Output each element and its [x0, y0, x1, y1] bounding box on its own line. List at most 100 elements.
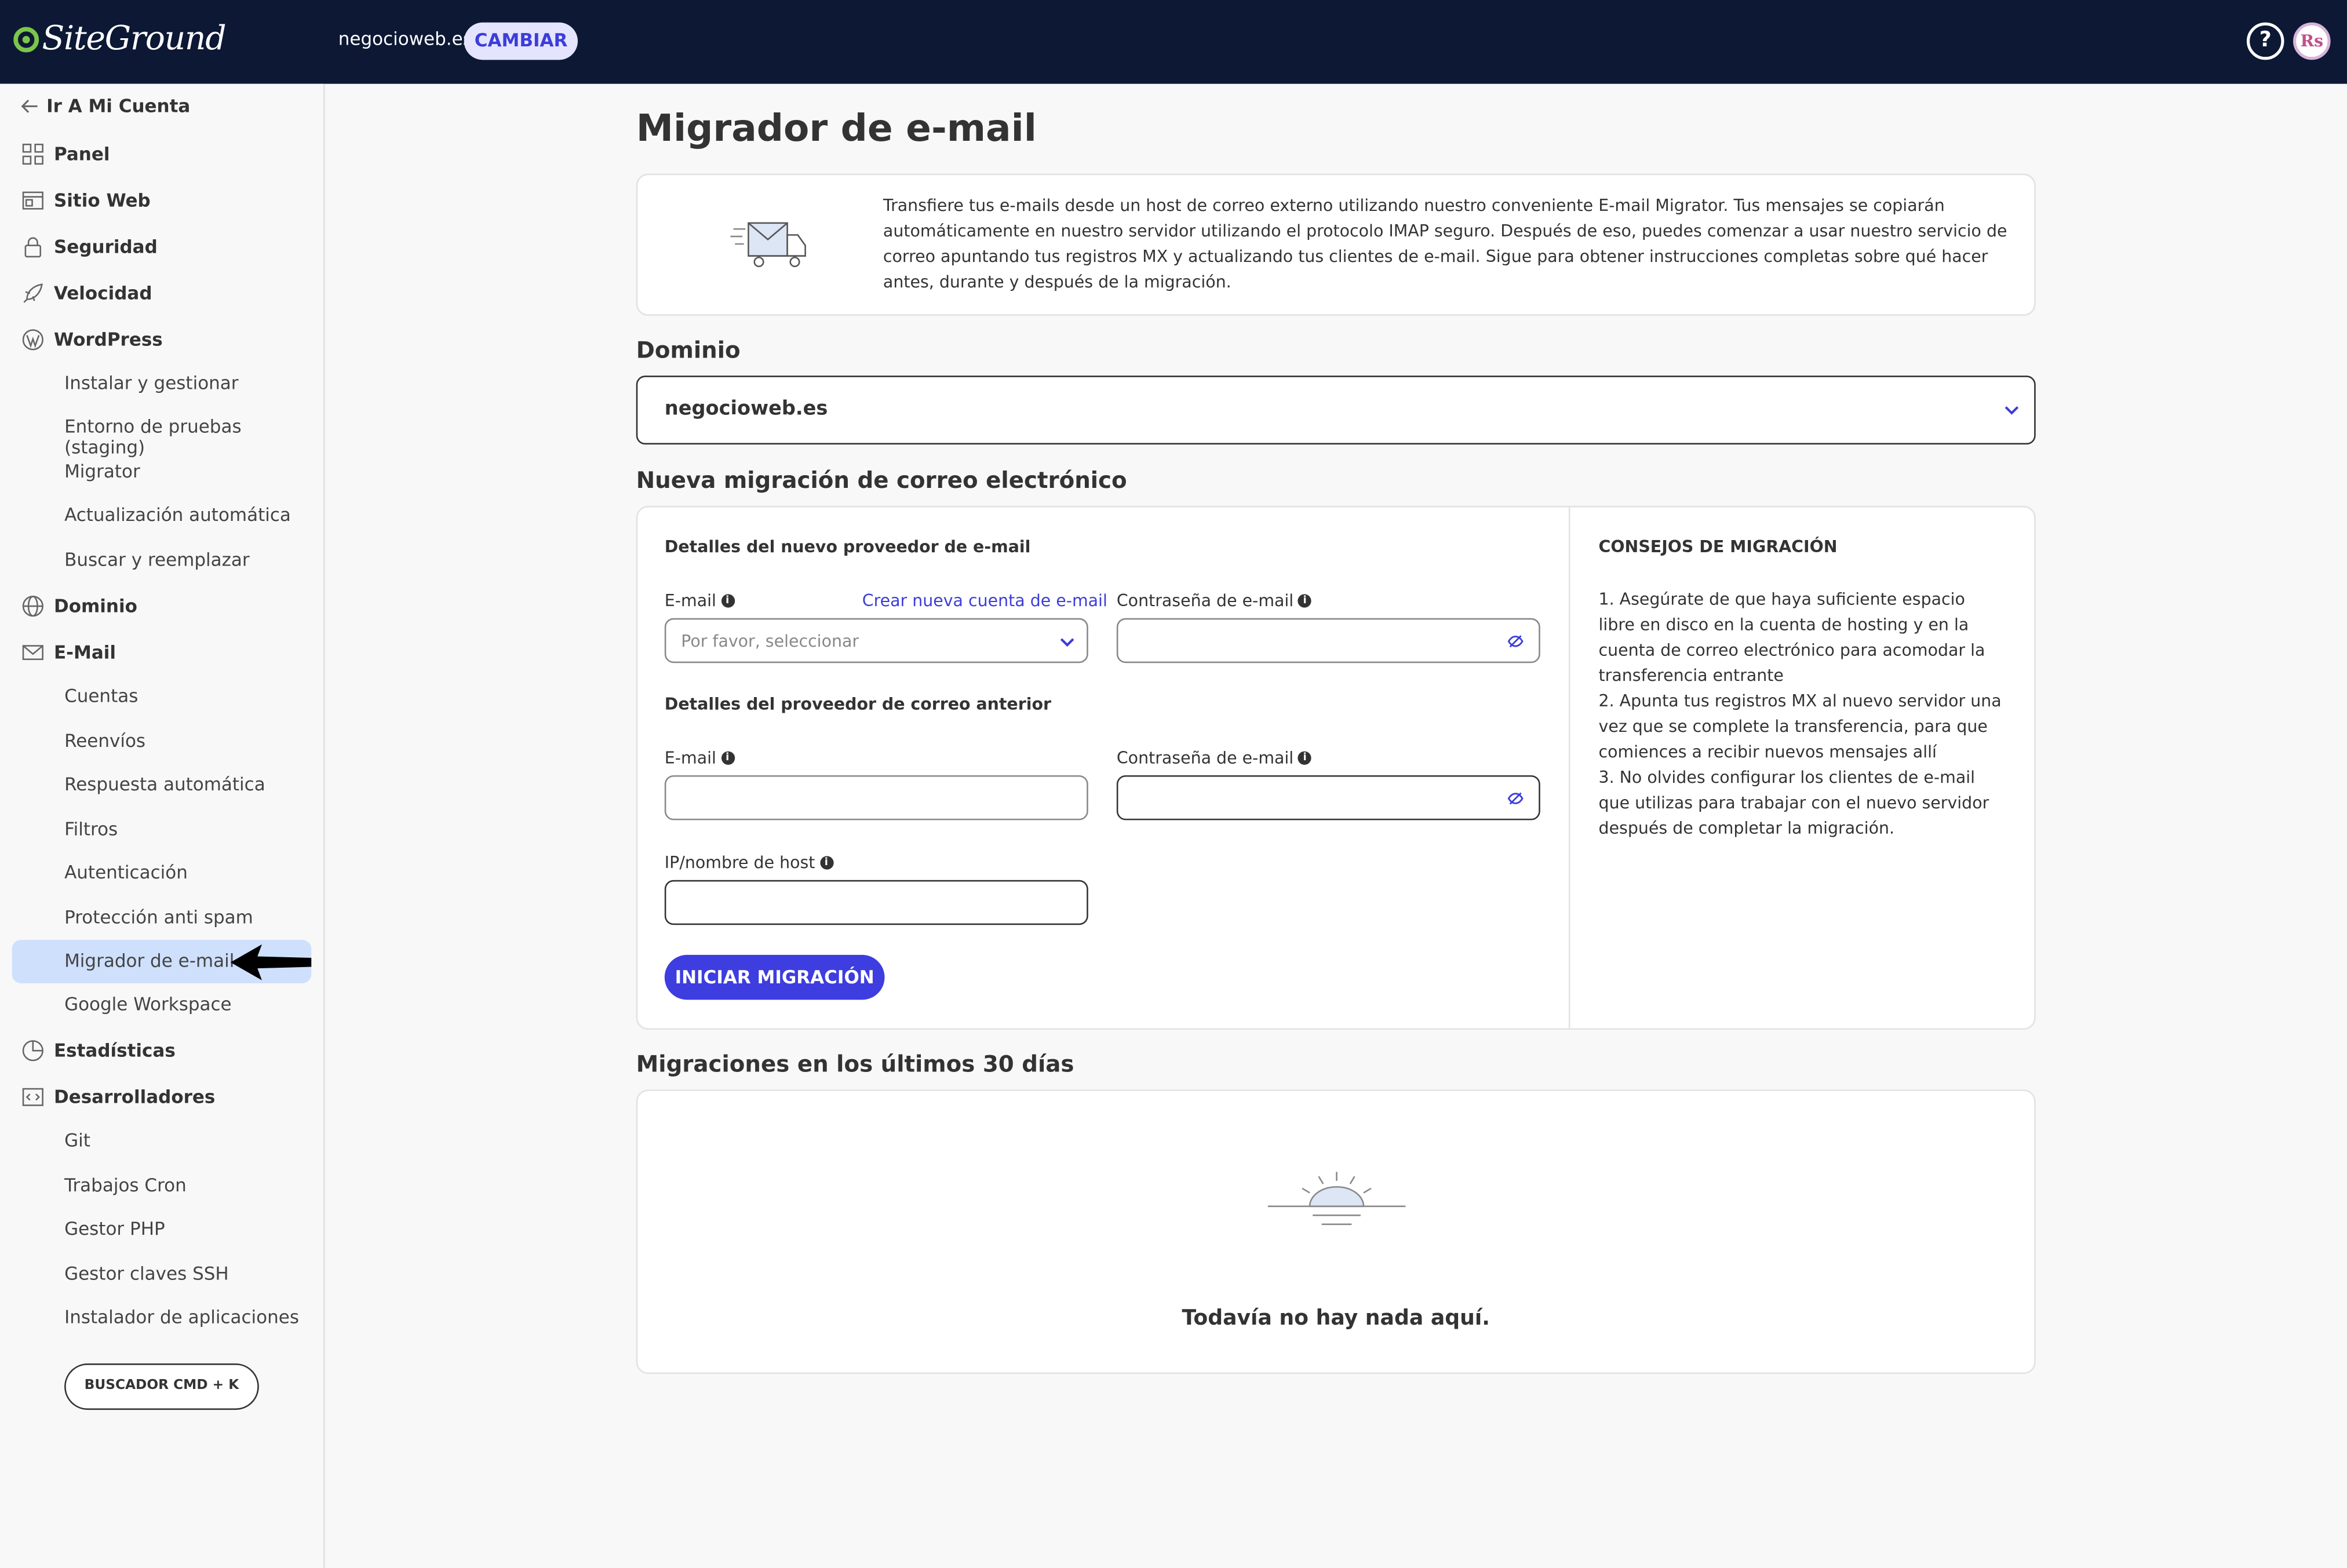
back-label: Ir A Mi Cuenta [46, 96, 191, 117]
sidebar-item-desarrolladores[interactable]: Desarrolladores [21, 1085, 215, 1109]
sidebar-item-autoupdate[interactable]: Actualización automática [64, 504, 291, 525]
app-root: SiteGround negocioweb.es CAMBIAR ? Rs Ir… [0, 0, 2347, 1568]
sidebar-item-velocidad[interactable]: Velocidad [21, 282, 152, 305]
sidebar-item-autenticacion[interactable]: Autenticación [64, 862, 188, 883]
create-email-account-link[interactable]: Crear nueva cuenta de e-mail [862, 591, 1107, 611]
new-password-field[interactable] [1116, 618, 1540, 663]
tip-item: 1. Asegúrate de que haya suficiente espa… [1598, 589, 1985, 685]
rocket-icon [23, 283, 43, 303]
info-description: Transfiere tus e-mails desde un host de … [883, 196, 2007, 292]
chevron-down-icon [2005, 406, 2019, 415]
sidebar-item-git[interactable]: Git [64, 1130, 90, 1151]
sidebar-item-staging[interactable]: Entorno de pruebas (staging) [64, 416, 323, 458]
tip-item: 2. Apunta tus registros MX al nuevo serv… [1598, 691, 2002, 762]
sidebar-item-google-workspace[interactable]: Google Workspace [64, 994, 232, 1015]
sidebar-item-label: WordPress [53, 329, 163, 351]
domain-section-label: Dominio [636, 337, 741, 364]
current-domain: negocioweb.es [338, 28, 472, 50]
recent-migrations-label: Migraciones en los últimos 30 días [636, 1051, 1074, 1078]
page-title: Migrador de e-mail [636, 106, 1037, 150]
info-card: Transfiere tus e-mails desde un host de … [636, 173, 2036, 316]
code-icon [22, 1088, 43, 1106]
host-input[interactable] [664, 880, 1088, 925]
sidebar-item-app-installer[interactable]: Instalador de aplicaciones [64, 1307, 299, 1328]
sidebar-item-cuentas[interactable]: Cuentas [64, 685, 138, 706]
sidebar-item-ssh[interactable]: Gestor claves SSH [64, 1263, 229, 1284]
old-provider-heading: Detalles del proveedor de correo anterio… [664, 694, 1052, 714]
sidebar-item-search-replace[interactable]: Buscar y reemplazar [64, 549, 250, 570]
info-icon[interactable]: i [1298, 751, 1312, 765]
sidebar-item-dominio[interactable]: Dominio [21, 594, 137, 618]
website-icon [22, 191, 43, 210]
tips-heading: CONSEJOS DE MIGRACIÓN [1598, 537, 1838, 557]
sidebar-item-php[interactable]: Gestor PHP [64, 1218, 165, 1239]
sidebar-item-wordpress[interactable]: WordPress [21, 328, 163, 352]
sidebar-item-seguridad[interactable]: Seguridad [21, 235, 158, 259]
host-label: IP/nombre de host i [665, 853, 833, 873]
sunrise-icon [1267, 1172, 1406, 1226]
recent-migrations-card [636, 1089, 2036, 1374]
globe-icon [22, 595, 43, 617]
sidebar-item-filtros[interactable]: Filtros [64, 819, 118, 840]
wordpress-icon [22, 329, 43, 351]
start-migration-button[interactable]: INICIAR MIGRACIÓN [664, 954, 885, 1000]
domain-select-value: negocioweb.es [664, 398, 828, 421]
chevron-down-icon [1060, 638, 1074, 647]
empty-state-text: Todavía no hay nada aquí. [1182, 1306, 1490, 1331]
switch-site-button[interactable]: CAMBIAR [464, 22, 578, 60]
old-email-label: E-mail i [665, 748, 734, 768]
old-email-label-text: E-mail [664, 748, 716, 768]
sidebar-item-label: Sitio Web [53, 190, 151, 212]
sidebar-item-migrator[interactable]: Migrator [64, 461, 140, 482]
sidebar-item-instalar[interactable]: Instalar y gestionar [64, 373, 239, 393]
sidebar-item-reenvios[interactable]: Reenvíos [64, 730, 145, 751]
tip-item: 3. No olvides configurar los clientes de… [1598, 768, 1989, 838]
domain-select[interactable]: negocioweb.es [636, 375, 2036, 445]
old-password-label: Contraseña de e-mail i [1116, 748, 1312, 768]
email-select-placeholder: Por favor, seleccionar [681, 631, 859, 651]
old-password-field[interactable] [1116, 775, 1540, 821]
sidebar-item-label: Dominio [53, 595, 137, 617]
new-provider-heading: Detalles del nuevo proveedor de e-mail [664, 537, 1031, 557]
info-icon[interactable]: i [819, 856, 833, 870]
eye-off-icon[interactable] [1507, 633, 1524, 650]
sidebar-item-email[interactable]: E-Mail [21, 640, 116, 664]
back-to-account-link[interactable]: Ir A Mi Cuenta [21, 96, 190, 116]
siteground-logo[interactable]: SiteGround [13, 21, 227, 59]
email-select[interactable]: Por favor, seleccionar [664, 618, 1088, 663]
info-icon[interactable]: i [720, 751, 734, 765]
arrow-left-icon [21, 99, 38, 113]
envelope-icon [22, 645, 43, 661]
sidebar-item-label: Desarrolladores [53, 1086, 216, 1108]
host-label-text: IP/nombre de host [664, 853, 815, 873]
lock-icon [24, 237, 42, 258]
avatar[interactable]: Rs [2293, 22, 2331, 60]
sidebar-item-autoresponder[interactable]: Respuesta automática [64, 774, 265, 794]
search-cmd-button[interactable]: BUSCADOR CMD + K [64, 1363, 259, 1410]
new-migration-label: Nueva migración de correo electrónico [636, 466, 1127, 494]
sidebar-item-email-migrator[interactable]: Migrador de e-mail [64, 950, 234, 971]
eye-off-icon[interactable] [1507, 790, 1524, 807]
password-label-text: Contraseña de e-mail [1116, 591, 1294, 611]
pointer-arrow-icon [230, 944, 312, 980]
sidebar-item-cron[interactable]: Trabajos Cron [64, 1175, 187, 1196]
sidebar-item-label: Velocidad [53, 283, 152, 304]
sidebar-item-label: E-Mail [53, 642, 116, 663]
email-truck-icon [730, 222, 806, 268]
sidebar-item-antispam[interactable]: Protección anti spam [64, 907, 253, 928]
sidebar-item-estadisticas[interactable]: Estadísticas [21, 1039, 176, 1063]
email-label-text: E-mail [664, 591, 716, 611]
sidebar-item-label: Panel [53, 143, 110, 165]
info-icon[interactable]: i [720, 594, 734, 608]
logo-mark-icon [13, 27, 39, 53]
top-bar: SiteGround negocioweb.es CAMBIAR ? Rs [0, 0, 2347, 84]
logo-text: SiteGround [42, 21, 226, 59]
question-icon[interactable]: ? [2246, 22, 2284, 60]
sidebar-item-panel[interactable]: Panel [21, 142, 110, 166]
old-password-label-text: Contraseña de e-mail [1116, 748, 1294, 768]
sidebar: Ir A Mi Cuenta Panel Sitio Web Seguridad… [0, 83, 325, 1568]
old-email-input[interactable] [664, 775, 1088, 821]
info-icon[interactable]: i [1298, 594, 1312, 608]
sidebar-item-sitio-web[interactable]: Sitio Web [21, 188, 151, 212]
form-divider [1568, 507, 1570, 1029]
